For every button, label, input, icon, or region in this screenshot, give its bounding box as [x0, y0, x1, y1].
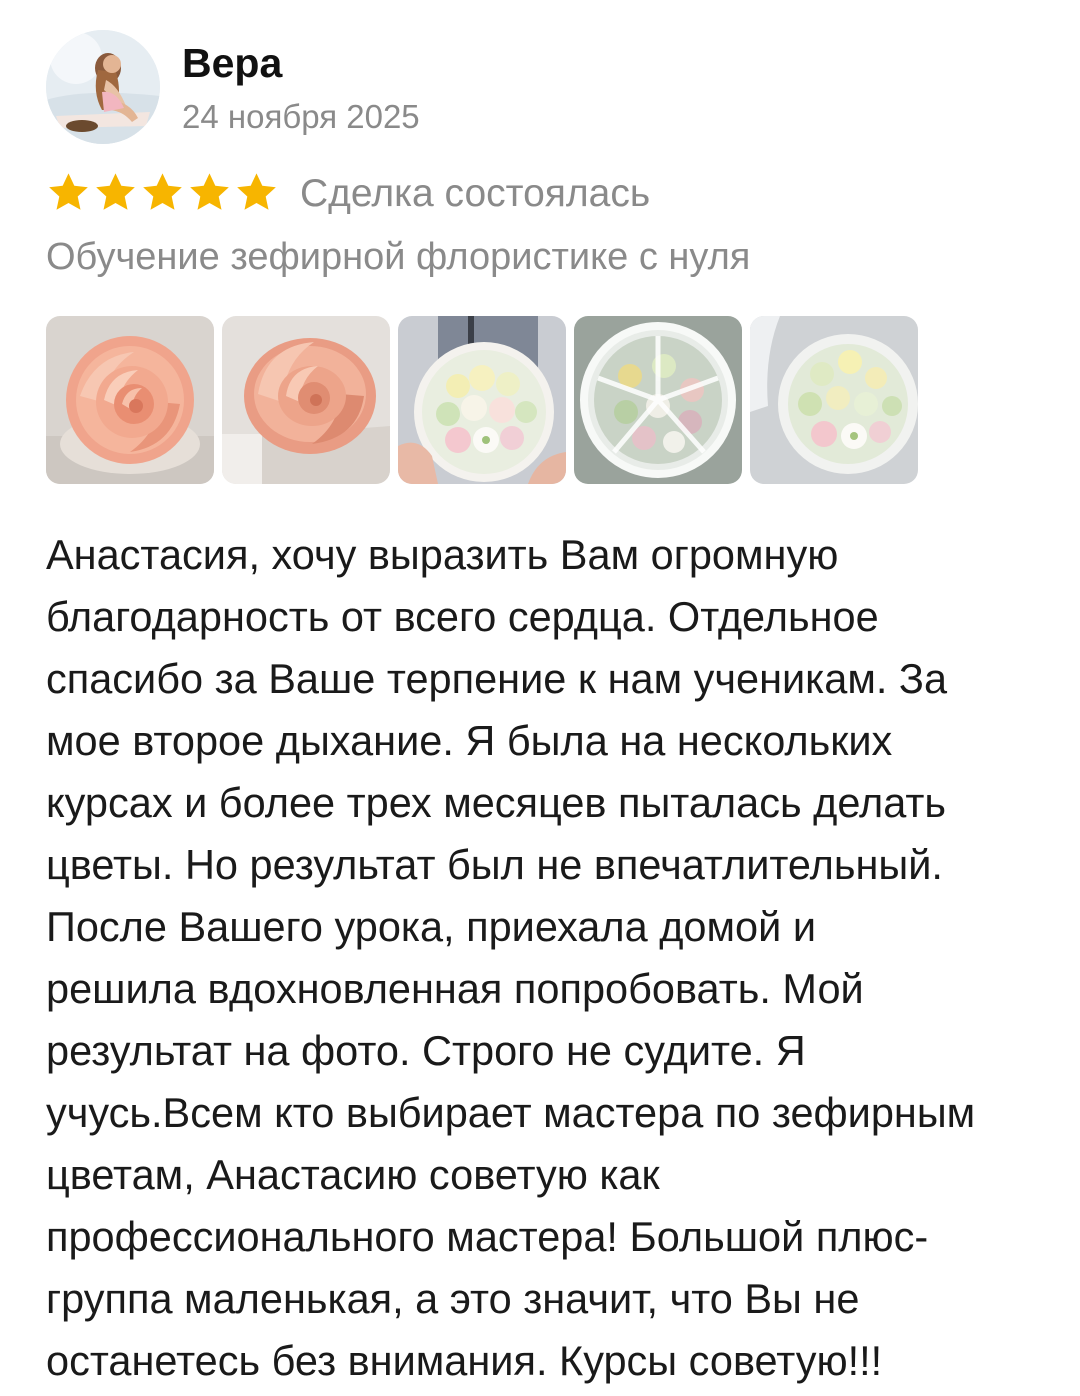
flower-box-photo — [398, 316, 566, 484]
star-icon — [190, 173, 229, 210]
star-icon — [49, 173, 88, 210]
review-photo[interactable] — [398, 316, 566, 484]
flower-box-lid-photo — [574, 316, 742, 484]
course-title: Обучение зефирной флористике с нуля — [46, 236, 751, 278]
star-icon — [96, 173, 135, 210]
review-photo[interactable] — [750, 316, 918, 484]
review-text: Анастасия, хочу выразить Вам огромную бл… — [46, 531, 976, 1384]
rose-photo — [46, 316, 214, 484]
review-photo[interactable] — [574, 316, 742, 484]
rating-stars — [46, 170, 279, 216]
author-name: Вера — [182, 40, 283, 86]
review-photo[interactable] — [222, 316, 390, 484]
rose-photo — [222, 316, 390, 484]
avatar[interactable] — [46, 30, 160, 144]
avatar-image — [46, 30, 160, 144]
star-icon — [143, 173, 182, 210]
flower-box-photo — [750, 316, 918, 484]
review-card: Вера 24 ноября 2025 Сделка состоялась Об… — [0, 0, 1080, 1396]
deal-status: Сделка состоялась — [300, 172, 651, 215]
star-icon — [237, 173, 276, 210]
photo-gallery — [46, 316, 918, 484]
review-photo[interactable] — [46, 316, 214, 484]
review-date: 24 ноября 2025 — [182, 98, 420, 135]
